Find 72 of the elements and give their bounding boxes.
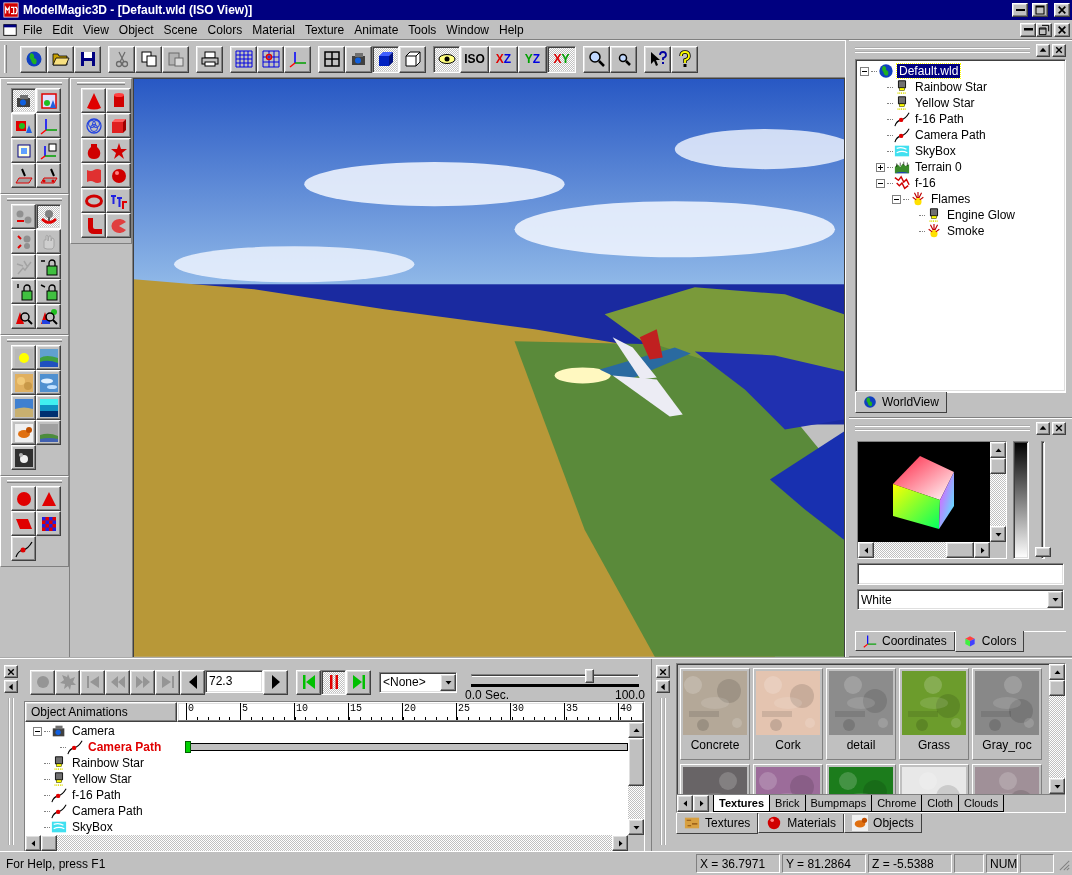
texture-label: Grass bbox=[918, 738, 950, 752]
tree-item[interactable]: SkyBox bbox=[913, 144, 958, 158]
menu-item[interactable]: Colors bbox=[202, 21, 248, 38]
tree-item[interactable]: SkyBox bbox=[70, 820, 115, 834]
ruler-label: 35 bbox=[564, 703, 618, 720]
ruler-label: 40 bbox=[618, 703, 634, 720]
tree-item[interactable]: Camera Path bbox=[86, 740, 164, 754]
texture-label: detail bbox=[846, 738, 876, 752]
tab[interactable]: Objects bbox=[844, 814, 922, 833]
menu-item[interactable]: View bbox=[78, 21, 114, 38]
texture-tile[interactable]: Cork bbox=[753, 668, 823, 760]
tree-item[interactable]: Yellow Star bbox=[70, 772, 134, 786]
tree-item[interactable]: Engine Glow bbox=[945, 208, 1018, 222]
tab[interactable]: Colors bbox=[954, 631, 1025, 652]
menu-item[interactable]: Window bbox=[441, 21, 494, 38]
tree-item[interactable]: Default.wld bbox=[897, 64, 961, 78]
column-header: Object Animations bbox=[25, 702, 177, 722]
ruler-label: 5 bbox=[240, 703, 294, 720]
menu-item[interactable]: Material bbox=[247, 21, 300, 38]
texture-label: Gray_roc bbox=[982, 738, 1032, 752]
time-end-label: 100.0 bbox=[614, 687, 645, 702]
tree-item[interactable]: Yellow Star bbox=[913, 96, 977, 110]
tab[interactable]: Coordinates bbox=[855, 632, 955, 651]
ruler-label: 10 bbox=[294, 703, 348, 720]
menu-item[interactable]: File bbox=[18, 21, 48, 38]
coordinate-pane: X = 36.7971 bbox=[696, 854, 780, 873]
tab[interactable]: Textures bbox=[676, 813, 759, 834]
tree-item[interactable]: f-16 Path bbox=[913, 112, 966, 126]
texture-tile[interactable]: Gray_roc bbox=[972, 668, 1042, 760]
window-title: ModelMagic3D - [Default.wld (ISO View)] bbox=[23, 3, 254, 17]
tab[interactable]: WorldView bbox=[855, 392, 947, 413]
texture-label: Cork bbox=[775, 738, 801, 752]
menu-item[interactable]: Scene bbox=[158, 21, 203, 38]
tree-item[interactable]: Smoke bbox=[945, 224, 987, 238]
menu-item[interactable]: Texture bbox=[299, 21, 350, 38]
frame-field[interactable]: 72.3 bbox=[205, 669, 263, 693]
status-text: For Help, press F1 bbox=[5, 856, 107, 871]
tree-item[interactable]: Terrain 0 bbox=[913, 160, 964, 174]
ruler-label: 30 bbox=[510, 703, 564, 720]
tree-item[interactable]: Rainbow Star bbox=[70, 756, 147, 770]
texture-tile[interactable]: Grass bbox=[899, 668, 969, 760]
indicator-pane: NUM bbox=[986, 854, 1018, 873]
tree-item[interactable]: f-16 Path bbox=[70, 788, 123, 802]
texture-tile[interactable]: Concrete bbox=[680, 668, 750, 760]
texture-label: Concrete bbox=[690, 738, 740, 752]
texture-tile[interactable]: detail bbox=[826, 668, 896, 760]
tree-item[interactable]: Rainbow Star bbox=[913, 80, 990, 94]
color-dropdown[interactable]: White bbox=[857, 589, 1064, 610]
tree-item[interactable]: Flames bbox=[929, 192, 973, 206]
target-dropdown[interactable]: <None> bbox=[379, 671, 457, 693]
view-button[interactable]: XY bbox=[547, 45, 576, 73]
menu-item[interactable]: Help bbox=[494, 21, 529, 38]
tree-item[interactable]: Camera Path bbox=[70, 804, 145, 818]
menu-item[interactable]: Object bbox=[113, 21, 159, 38]
menu-item[interactable]: Tools bbox=[403, 21, 442, 38]
view-button[interactable]: YZ bbox=[518, 45, 547, 73]
tree-item[interactable]: Camera Path bbox=[913, 128, 988, 142]
tree-item[interactable]: Camera bbox=[70, 724, 117, 738]
tree-item[interactable]: f-16 bbox=[913, 176, 938, 190]
coordinate-pane: Z = -5.5388 bbox=[868, 854, 952, 873]
menu-item[interactable]: Animate bbox=[349, 21, 404, 38]
time-start-label: 0.0 Sec. bbox=[465, 687, 510, 702]
ruler-label: 0 bbox=[186, 703, 240, 720]
view-button[interactable]: XZ bbox=[489, 45, 518, 73]
coordinate-pane: Y = 81.2864 bbox=[782, 854, 866, 873]
view-button[interactable]: ISO bbox=[460, 45, 489, 73]
tab[interactable]: Materials bbox=[758, 814, 845, 833]
category-tab[interactable]: Clouds bbox=[957, 795, 1005, 812]
ruler-label: 25 bbox=[456, 703, 510, 720]
ruler-label: 20 bbox=[402, 703, 456, 720]
ruler-label: 15 bbox=[348, 703, 402, 720]
menu-item[interactable]: Edit bbox=[47, 21, 79, 38]
